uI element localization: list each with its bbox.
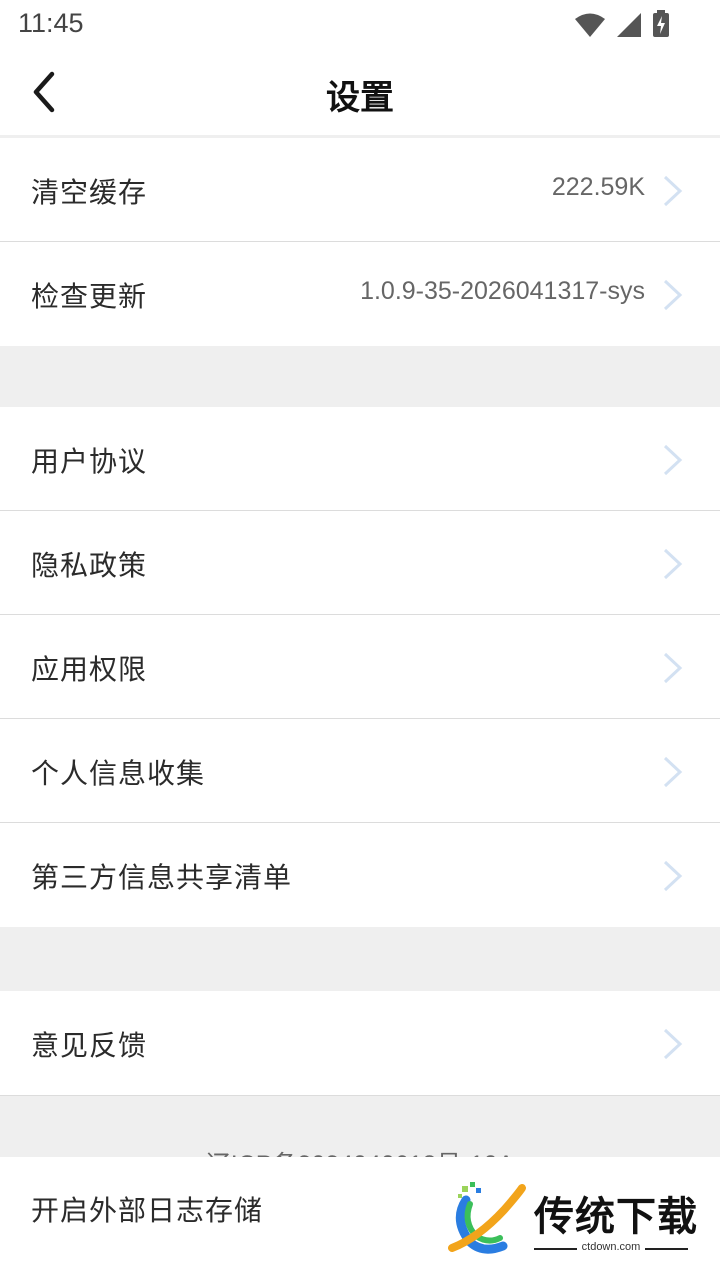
signal-icon: [617, 13, 641, 37]
status-bar: 11:45: [0, 0, 720, 50]
cache-size-value: 222.59K: [551, 173, 645, 201]
personal-info-collection-row[interactable]: 个人信息收集: [0, 719, 720, 823]
third-party-sharing-label: 第三方信息共享清单: [31, 861, 293, 894]
chevron-right-icon: [663, 860, 683, 892]
user-agreement-row[interactable]: 用户协议: [0, 407, 720, 511]
watermark-brand: 传统下载: [534, 1194, 698, 1240]
battery-charging-icon: [653, 10, 669, 37]
status-icons: [574, 10, 670, 38]
clear-cache-label: 清空缓存: [31, 176, 148, 209]
chevron-right-icon: [663, 279, 683, 311]
chevron-right-icon: [663, 548, 683, 580]
page-title: 设置: [326, 78, 394, 118]
privacy-policy-label: 隐私政策: [31, 549, 148, 582]
site-watermark: 传统下载 ctdown.com: [448, 1180, 698, 1260]
settings-group-policies: 用户协议 隐私政策 应用权限 个人信息收集 第三方信息共享清单: [0, 407, 720, 927]
app-permissions-row[interactable]: 应用权限: [0, 615, 720, 719]
version-value: 1.0.9-35-2026041317-sys: [360, 277, 645, 305]
clear-cache-row[interactable]: 清空缓存 222.59K: [0, 138, 720, 242]
chevron-right-icon: [663, 444, 683, 476]
personal-info-collection-label: 个人信息收集: [31, 757, 206, 790]
third-party-sharing-row[interactable]: 第三方信息共享清单: [0, 823, 720, 927]
settings-group-cache: 清空缓存 222.59K 检查更新 1.0.9-35-2026041317-sy…: [0, 138, 720, 346]
feedback-row[interactable]: 意见反馈: [0, 991, 720, 1095]
watermark-logo-icon: [448, 1182, 526, 1254]
chevron-right-icon: [663, 175, 683, 207]
status-time: 11:45: [18, 8, 84, 38]
chevron-right-icon: [663, 652, 683, 684]
feedback-label: 意见反馈: [31, 1029, 148, 1062]
watermark-url: ctdown.com: [576, 1241, 646, 1253]
chevron-right-icon: [663, 756, 683, 788]
privacy-policy-row[interactable]: 隐私政策: [0, 511, 720, 615]
nav-bar: 设置: [0, 50, 720, 135]
watermark-url-wrap: ctdown.com: [534, 1241, 688, 1253]
chevron-right-icon: [663, 1028, 683, 1060]
check-update-label: 检查更新: [31, 280, 148, 313]
app-permissions-label: 应用权限: [31, 653, 148, 686]
wifi-icon: [575, 13, 605, 37]
settings-group-feedback: 意见反馈: [0, 991, 720, 1096]
user-agreement-label: 用户协议: [31, 445, 148, 478]
check-update-row[interactable]: 检查更新 1.0.9-35-2026041317-sys: [0, 242, 720, 346]
log-storage-label: 开启外部日志存储: [31, 1194, 264, 1227]
